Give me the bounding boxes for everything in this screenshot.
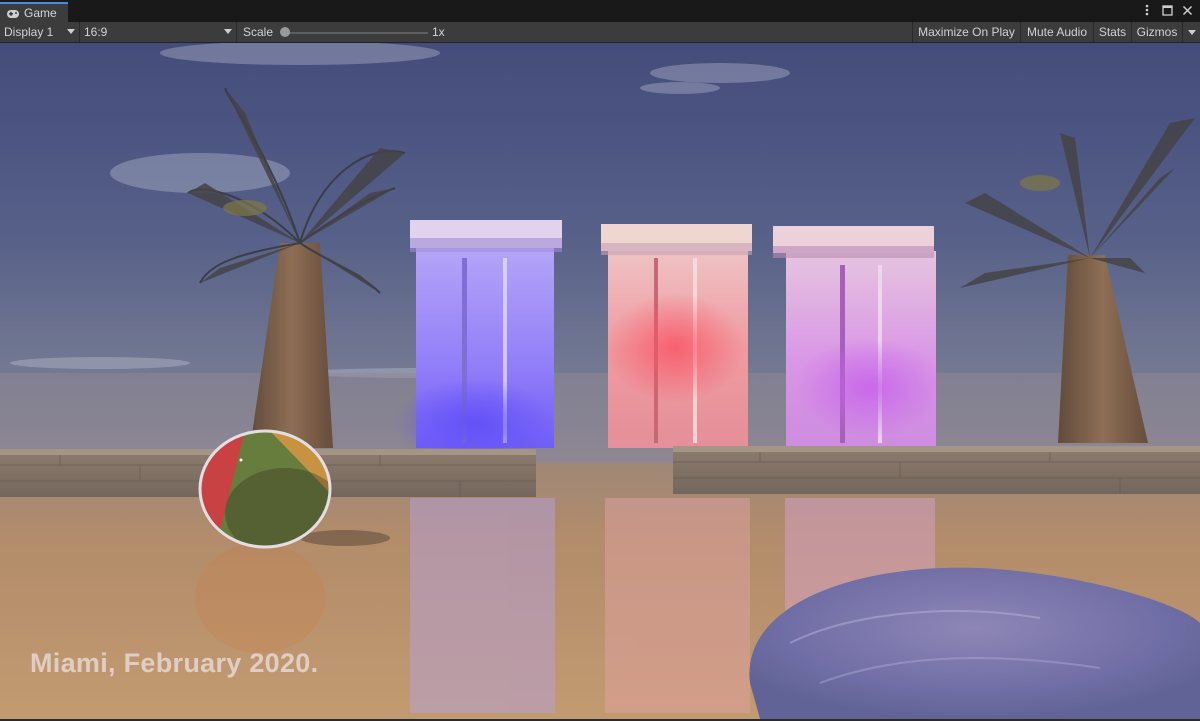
scale-slider-track[interactable] [285, 32, 428, 34]
game-viewport[interactable]: Miami, February 2020. [0, 43, 1200, 719]
aspect-dropdown[interactable]: 16:9 [80, 22, 237, 42]
tab-bar: Game [0, 0, 1200, 22]
aspect-dropdown-label: 16:9 [84, 25, 108, 39]
mute-audio-button[interactable]: Mute Audio [1020, 22, 1093, 42]
stats-label: Stats [1098, 25, 1127, 39]
scene-render [0, 43, 1200, 719]
scale-label: Scale [243, 25, 274, 39]
mute-audio-label: Mute Audio [1026, 25, 1088, 39]
gizmos-button[interactable]: Gizmos [1131, 22, 1182, 42]
chevron-down-icon [224, 29, 232, 34]
tab-game[interactable]: Game [0, 2, 68, 22]
close-icon[interactable] [1180, 3, 1194, 17]
kebab-menu-icon[interactable] [1140, 3, 1154, 17]
chevron-down-icon [1187, 29, 1196, 35]
stats-button[interactable]: Stats [1093, 22, 1131, 42]
maximize-icon[interactable] [1160, 3, 1174, 17]
chevron-down-icon [67, 29, 75, 34]
scene-caption: Miami, February 2020. [30, 648, 319, 678]
display-dropdown-label: Display 1 [4, 25, 54, 39]
display-dropdown[interactable]: Display 1 [0, 22, 80, 42]
scale-slider-thumb[interactable] [280, 27, 290, 37]
gamepad-icon [6, 8, 20, 18]
game-toolbar: Display 1 16:9 Scale 1x Maximize On Play… [0, 22, 1200, 43]
maximize-on-play-label: Maximize On Play [918, 25, 1015, 39]
scale-value: 1x [432, 25, 445, 39]
tab-label: Game [24, 6, 57, 20]
gizmos-dropdown[interactable] [1182, 22, 1200, 42]
maximize-on-play-button[interactable]: Maximize On Play [912, 22, 1020, 42]
gizmos-label: Gizmos [1136, 25, 1178, 39]
